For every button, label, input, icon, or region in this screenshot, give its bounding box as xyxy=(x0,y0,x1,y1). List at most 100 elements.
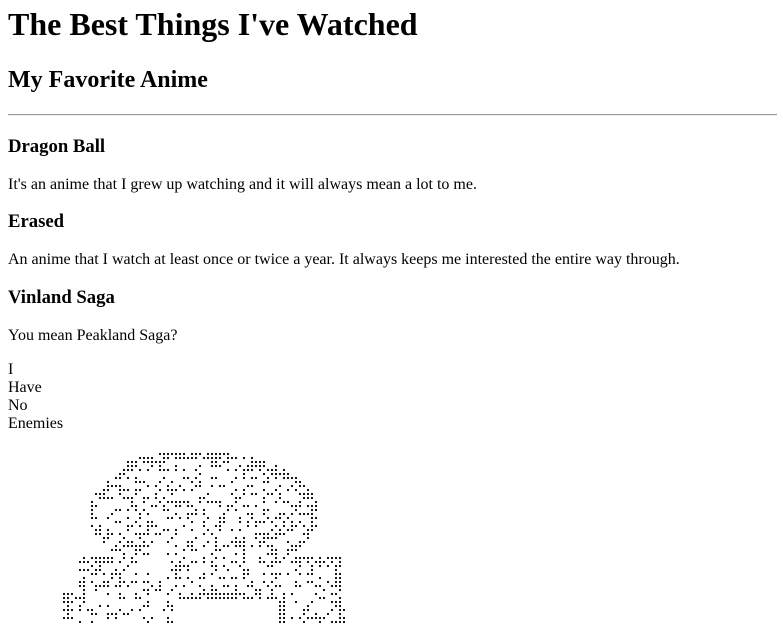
art-dot xyxy=(194,468,198,472)
art-dot xyxy=(314,508,318,512)
art-dot xyxy=(174,564,178,568)
art-dot xyxy=(78,580,82,584)
art-dot xyxy=(166,484,170,488)
art-dot xyxy=(218,592,222,596)
art-dot xyxy=(150,616,154,620)
art-dot xyxy=(310,564,314,568)
art-dot xyxy=(170,488,174,492)
art-dot xyxy=(234,596,238,600)
art-dot xyxy=(142,588,146,592)
art-dot xyxy=(174,500,178,504)
art-dot xyxy=(102,584,106,588)
art-dot xyxy=(210,560,214,564)
art-dot xyxy=(106,580,110,584)
art-dot xyxy=(270,544,274,548)
art-dot xyxy=(106,560,110,564)
braille-dot-art-figure xyxy=(54,452,354,626)
art-dot xyxy=(194,596,198,600)
art-dot xyxy=(318,584,322,588)
art-dot xyxy=(182,488,186,492)
art-dot xyxy=(202,572,206,576)
art-dot xyxy=(90,580,94,584)
art-dot xyxy=(102,556,106,560)
art-dot xyxy=(142,540,146,544)
art-dot xyxy=(282,532,286,536)
art-dot xyxy=(226,504,230,508)
art-dot xyxy=(298,500,302,504)
art-dot xyxy=(330,584,334,588)
art-dot xyxy=(258,468,262,472)
art-dot xyxy=(178,564,182,568)
art-dot xyxy=(114,476,118,480)
art-dot xyxy=(326,612,330,616)
art-dot xyxy=(290,520,294,524)
art-dot xyxy=(262,536,266,540)
art-dot xyxy=(306,608,310,612)
art-dot xyxy=(126,524,130,528)
art-dot xyxy=(266,480,270,484)
art-dot xyxy=(134,596,138,600)
art-dot xyxy=(214,544,218,548)
art-dot xyxy=(266,516,270,520)
art-dot xyxy=(138,516,142,520)
art-dot xyxy=(194,560,198,564)
art-dot xyxy=(170,492,174,496)
art-dot xyxy=(242,592,246,596)
art-dot xyxy=(190,488,194,492)
art-dot xyxy=(178,560,182,564)
art-dot xyxy=(118,492,122,496)
art-dot xyxy=(162,460,166,464)
art-dot xyxy=(174,576,178,580)
art-dot xyxy=(202,532,206,536)
art-dot xyxy=(222,544,226,548)
art-dot xyxy=(190,548,194,552)
art-dot xyxy=(286,572,290,576)
art-dot xyxy=(150,504,154,508)
art-dot xyxy=(186,576,190,580)
art-dot xyxy=(310,512,314,516)
art-dot xyxy=(174,544,178,548)
art-dot xyxy=(294,568,298,572)
art-dot xyxy=(250,596,254,600)
art-dot xyxy=(166,620,170,624)
art-dot xyxy=(146,604,150,608)
art-dot xyxy=(278,600,282,604)
art-dot xyxy=(290,544,294,548)
art-dot xyxy=(318,564,322,568)
art-dot xyxy=(210,588,214,592)
art-dot xyxy=(330,560,334,564)
art-dot xyxy=(178,456,182,460)
art-dot xyxy=(122,488,126,492)
art-dot xyxy=(70,608,74,612)
art-dot xyxy=(106,480,110,484)
art-dot xyxy=(166,468,170,472)
art-dot xyxy=(154,496,158,500)
art-dot xyxy=(162,608,166,612)
art-dot xyxy=(102,540,106,544)
art-dot xyxy=(334,580,338,584)
art-dot xyxy=(90,556,94,560)
art-dot xyxy=(86,608,90,612)
art-dot xyxy=(202,556,206,560)
art-dot xyxy=(82,580,86,584)
art-dot xyxy=(206,592,210,596)
art-dot xyxy=(234,540,238,544)
art-dot xyxy=(170,604,174,608)
art-dot xyxy=(98,560,102,564)
art-dot xyxy=(294,584,298,588)
art-dot xyxy=(266,564,270,568)
art-dot xyxy=(278,496,282,500)
art-dot xyxy=(218,500,222,504)
art-dot xyxy=(134,520,138,524)
art-dot xyxy=(122,496,126,500)
art-dot xyxy=(190,580,194,584)
art-dot xyxy=(210,592,214,596)
show-title-erased: Erased xyxy=(8,211,65,232)
art-dot xyxy=(166,600,170,604)
art-dot xyxy=(102,492,106,496)
art-dot xyxy=(150,584,154,588)
art-dot xyxy=(290,512,294,516)
art-dot xyxy=(326,580,330,584)
art-dot xyxy=(262,512,266,516)
art-dot xyxy=(286,552,290,556)
